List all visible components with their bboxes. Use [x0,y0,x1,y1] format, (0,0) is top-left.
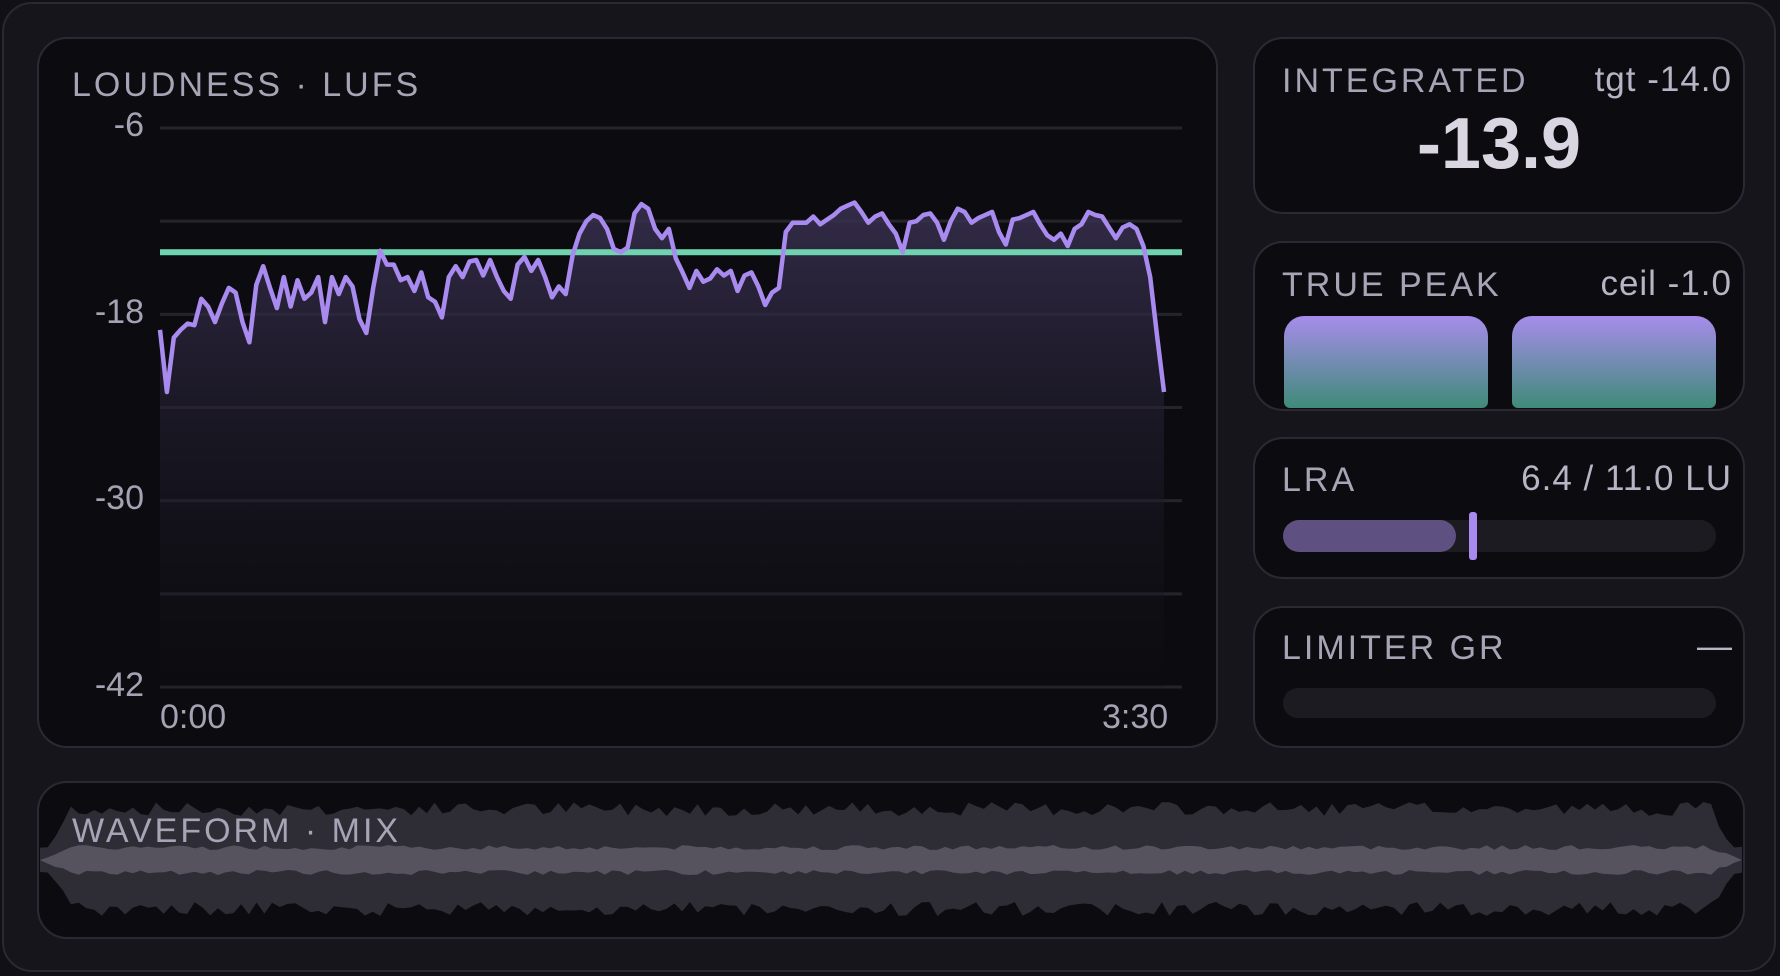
waveform-label: WAVEFORM · MIX [72,812,402,850]
